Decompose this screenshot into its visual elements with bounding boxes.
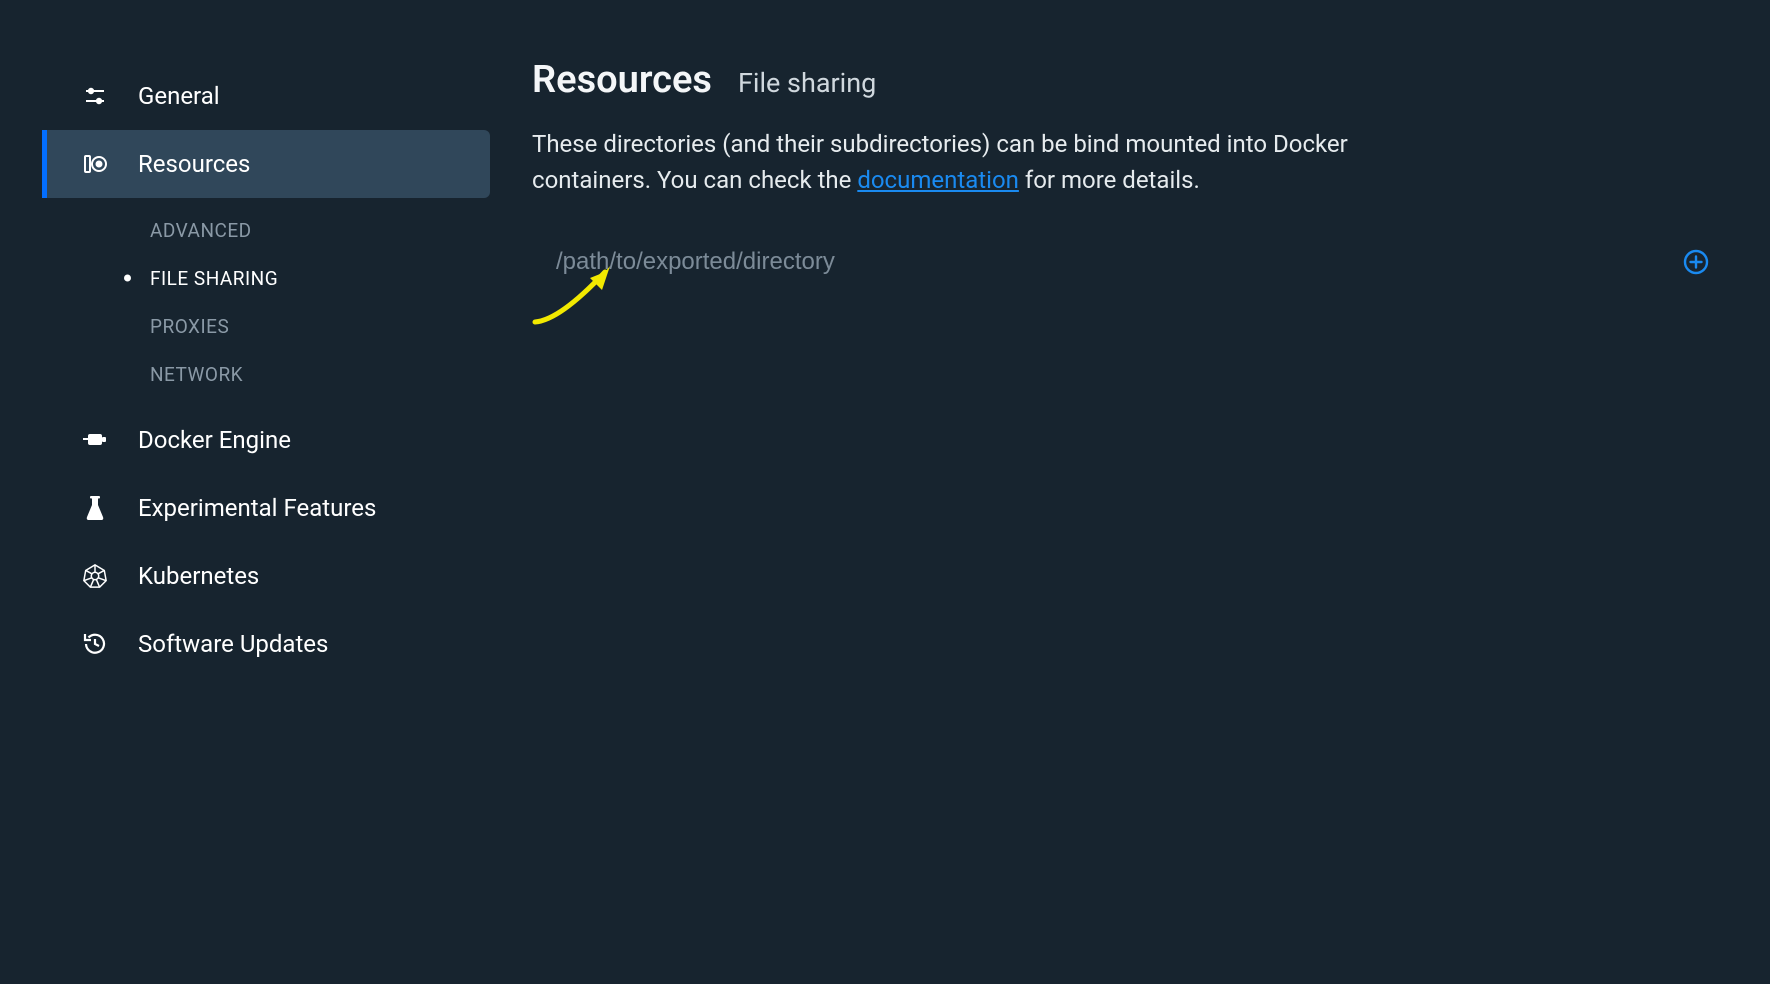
kubernetes-icon xyxy=(82,563,108,589)
main-content: Resources File sharing These directories… xyxy=(490,0,1770,984)
documentation-link[interactable]: documentation xyxy=(857,166,1019,194)
plus-circle-icon xyxy=(1683,249,1709,275)
sidebar-item-experimental-features[interactable]: Experimental Features xyxy=(42,474,490,542)
sidebar-item-general[interactable]: General xyxy=(42,62,490,130)
sidebar-subitem-network[interactable]: NETWORK xyxy=(150,350,490,398)
sidebar-item-label: NETWORK xyxy=(150,363,243,386)
description-text: These directories (and their subdirector… xyxy=(532,126,1432,198)
sliders-icon xyxy=(82,83,108,109)
sidebar: General Resources ADVANCED FILE SHARING … xyxy=(0,0,490,984)
history-icon xyxy=(82,631,108,657)
sidebar-item-label: ADVANCED xyxy=(150,219,252,242)
flask-icon xyxy=(82,495,108,521)
description-post: for more details. xyxy=(1019,166,1200,194)
sidebar-item-label: Resources xyxy=(138,150,250,178)
page-subtitle: File sharing xyxy=(738,67,876,99)
sidebar-item-label: Software Updates xyxy=(138,630,328,658)
path-input-row xyxy=(532,242,1710,282)
add-path-button[interactable] xyxy=(1682,248,1710,276)
sidebar-item-label: Experimental Features xyxy=(138,494,376,522)
path-input[interactable] xyxy=(532,242,1662,282)
page-header: Resources File sharing xyxy=(532,58,1710,102)
engine-icon xyxy=(82,427,108,453)
page-title: Resources xyxy=(532,58,712,102)
sidebar-subitem-file-sharing[interactable]: FILE SHARING xyxy=(150,254,490,302)
sidebar-item-docker-engine[interactable]: Docker Engine xyxy=(42,406,490,474)
sidebar-item-label: Docker Engine xyxy=(138,426,291,454)
sidebar-item-label: General xyxy=(138,82,220,110)
sidebar-item-kubernetes[interactable]: Kubernetes xyxy=(42,542,490,610)
sidebar-subitem-proxies[interactable]: PROXIES xyxy=(150,302,490,350)
sidebar-item-label: PROXIES xyxy=(150,315,229,338)
sidebar-item-label: FILE SHARING xyxy=(150,267,278,290)
resources-subitems: ADVANCED FILE SHARING PROXIES NETWORK xyxy=(42,198,490,406)
sidebar-item-resources[interactable]: Resources xyxy=(42,130,490,198)
resources-icon xyxy=(82,151,108,177)
sidebar-item-label: Kubernetes xyxy=(138,562,259,590)
sidebar-item-software-updates[interactable]: Software Updates xyxy=(42,610,490,678)
sidebar-subitem-advanced[interactable]: ADVANCED xyxy=(150,206,490,254)
